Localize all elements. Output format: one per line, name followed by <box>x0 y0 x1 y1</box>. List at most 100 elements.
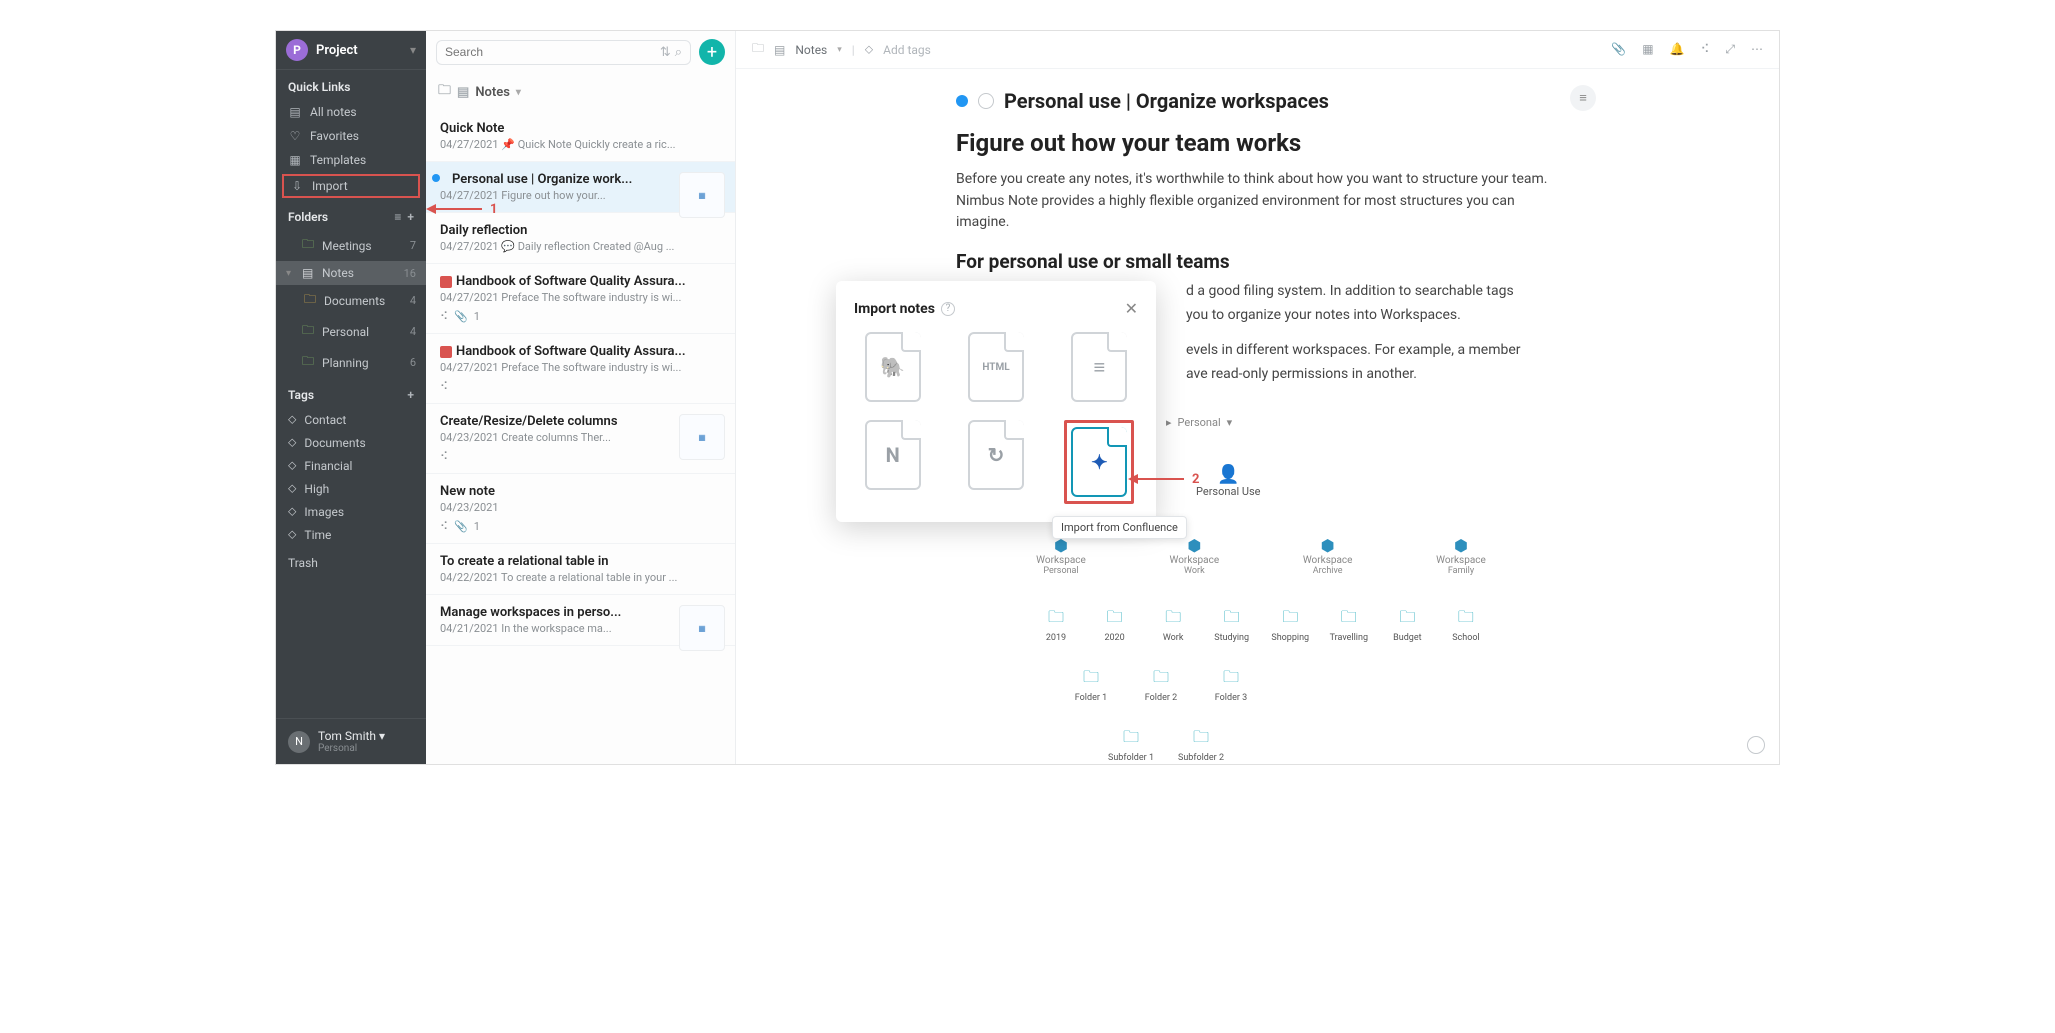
tags-title: Tags <box>288 388 314 402</box>
html-icon: HTML <box>982 362 1009 373</box>
user-name: Tom Smith ▾ <box>318 729 385 743</box>
folder-label: Documents <box>324 294 385 308</box>
add-tag-icon[interactable]: + <box>407 388 414 402</box>
template-icon: ▦ <box>288 153 302 167</box>
import-option-circle-arrow-icon[interactable]: ↻ <box>957 420 1034 504</box>
list-folder-icon: ▤ <box>457 85 469 100</box>
add-folder-icon[interactable]: + <box>407 210 414 224</box>
doc-paragraph[interactable]: Before you create any notes, it's worthw… <box>956 169 1556 234</box>
annotation-arrow-2: 2 <box>1128 471 1199 487</box>
note-list-item[interactable]: Daily reflection04/27/2021 💬 Daily refle… <box>426 213 735 264</box>
folder-outline-icon: 🗀 <box>438 81 451 103</box>
feedback-icon[interactable] <box>1747 736 1765 754</box>
tag-contact[interactable]: ⬦Contact <box>276 408 426 431</box>
folder-label: Meetings <box>322 239 372 253</box>
trash-link[interactable]: Trash <box>276 546 426 576</box>
sidebar-item-all-notes[interactable]: ▤ All notes <box>276 100 426 124</box>
note-type-icon: ▤ <box>774 43 785 57</box>
attachment-icon[interactable]: 📎 <box>1611 42 1626 57</box>
tag-documents[interactable]: ⬦Documents <box>276 431 426 454</box>
chevron-down-icon: ▾ <box>286 268 296 279</box>
tag-financial[interactable]: ⬦Financial <box>276 454 426 477</box>
sidebar-item-import[interactable]: ⇩ Import <box>282 174 420 198</box>
doc-paragraph-partial: d a good filing system. In addition to s… <box>1186 281 1556 303</box>
import-icon: ⇩ <box>290 179 304 193</box>
note-list-item[interactable]: To create a relational table in04/22/202… <box>426 544 735 595</box>
folder-label: Notes <box>322 266 354 280</box>
grid-icon[interactable]: ▦ <box>1642 42 1653 57</box>
tag-time[interactable]: ⬦Time <box>276 523 426 546</box>
search-icon[interactable]: ⌕ <box>675 45 682 60</box>
add-note-button[interactable]: + <box>699 39 725 65</box>
tag-icon: ⬦ <box>288 527 296 542</box>
doc-heading[interactable]: Figure out how your team works <box>956 129 1556 157</box>
user-workspace: Personal <box>318 743 385 754</box>
folder-icon[interactable]: 🗀 <box>752 39 764 60</box>
expand-icon[interactable]: ⤢ <box>1725 42 1735 57</box>
folder-count: 4 <box>410 294 416 307</box>
workspace-name: Project <box>316 43 358 58</box>
chevron-down-icon: ▾ <box>410 43 416 57</box>
folder-meetings[interactable]: 🗀 Meetings 7 <box>276 230 426 261</box>
tag-high[interactable]: ⬦High <box>276 477 426 500</box>
folder-count: 6 <box>410 356 416 369</box>
note-thumbnail: ▦ <box>679 414 725 460</box>
more-icon[interactable]: ⋯ <box>1751 42 1763 57</box>
sort-icon[interactable]: ≡ <box>394 210 401 224</box>
editor-crumb[interactable]: Notes <box>795 43 827 57</box>
search-input[interactable]: ⇅ ⌕ <box>436 40 691 65</box>
close-icon[interactable]: ✕ <box>1125 299 1138 318</box>
bullet-icon <box>956 95 968 107</box>
add-tags-button[interactable]: Add tags <box>883 43 931 57</box>
share-small-icon: ⠪ <box>440 450 448 463</box>
doc-paragraph-partial: evels in different workspaces. For examp… <box>1186 340 1556 362</box>
folder-personal[interactable]: 🗀 Personal 4 <box>276 316 426 347</box>
import-option-evernote-icon[interactable]: 🐘 <box>854 332 931 402</box>
note-list-item[interactable]: Create/Resize/Delete columns04/23/2021 C… <box>426 404 735 474</box>
note-list-item[interactable]: Handbook of Software Quality Assura...04… <box>426 334 735 404</box>
import-option-confluence-icon[interactable]: ✦ <box>1061 420 1138 504</box>
folder-notes[interactable]: ▾ ▤ Notes 16 <box>276 261 426 285</box>
user-menu[interactable]: N Tom Smith ▾ Personal <box>276 718 426 764</box>
user-avatar: N <box>288 731 310 753</box>
notes-list-breadcrumb[interactable]: 🗀 ▤ Notes ▾ <box>426 73 735 111</box>
note-list-item[interactable]: New note04/23/2021 ⠪ 📎 1 <box>426 474 735 544</box>
folder-planning[interactable]: 🗀 Planning 6 <box>276 347 426 378</box>
note-list-item[interactable]: Handbook of Software Quality Assura...04… <box>426 264 735 334</box>
sidebar-item-label: Favorites <box>310 129 359 143</box>
tag-icon: ⬦ <box>865 42 873 57</box>
tag-icon: ⬦ <box>288 412 296 427</box>
reminder-icon[interactable]: 🔔 <box>1670 42 1685 57</box>
import-option-text-icon[interactable]: ≡ <box>1061 332 1138 402</box>
folder-count: 7 <box>410 239 416 252</box>
note-icon: ▤ <box>288 105 302 119</box>
sidebar-item-templates[interactable]: ▦ Templates <box>276 148 426 172</box>
tag-icon: ⬦ <box>288 458 296 473</box>
note-list-item[interactable]: Quick Note04/27/2021 📌 Quick Note Quickl… <box>426 111 735 162</box>
folder-documents[interactable]: 🗀 Documents 4 <box>276 285 426 316</box>
evernote-icon: 🐘 <box>880 355 905 379</box>
filter-icon[interactable]: ⇅ <box>660 45 671 60</box>
text-icon: ≡ <box>1093 355 1105 380</box>
emoji-picker-icon[interactable] <box>978 93 994 109</box>
import-tooltip: Import from Confluence <box>1052 516 1187 539</box>
folder-icon: 🗀 <box>304 290 318 311</box>
doc-subheading[interactable]: For personal use or small teams <box>956 250 1556 273</box>
person-icon: 👤 <box>1196 464 1261 485</box>
confluence-icon: ✦ <box>1091 450 1108 474</box>
note-list-item[interactable]: Manage workspaces in perso...04/21/2021 … <box>426 595 735 646</box>
tag-images[interactable]: ⬦Images <box>276 500 426 523</box>
sidebar-item-favorites[interactable]: ♡ Favorites <box>276 124 426 148</box>
search-field[interactable] <box>445 45 656 59</box>
help-icon[interactable]: ? <box>941 302 955 316</box>
import-option-notion-icon[interactable]: N <box>854 420 931 504</box>
workspace-switcher[interactable]: P Project ▾ <box>276 31 426 70</box>
block-menu-icon[interactable]: ≡ <box>1570 85 1596 111</box>
import-option-html-icon[interactable]: HTML <box>957 332 1034 402</box>
note-title[interactable]: Personal use | Organize workspaces <box>1004 89 1329 113</box>
heart-icon: ♡ <box>288 129 302 143</box>
sidebar-item-label: All notes <box>310 105 357 119</box>
tag-icon: ⬦ <box>288 435 296 450</box>
share-icon[interactable]: ⠪ <box>1701 42 1710 57</box>
folder-icon: ▤ <box>302 266 316 280</box>
